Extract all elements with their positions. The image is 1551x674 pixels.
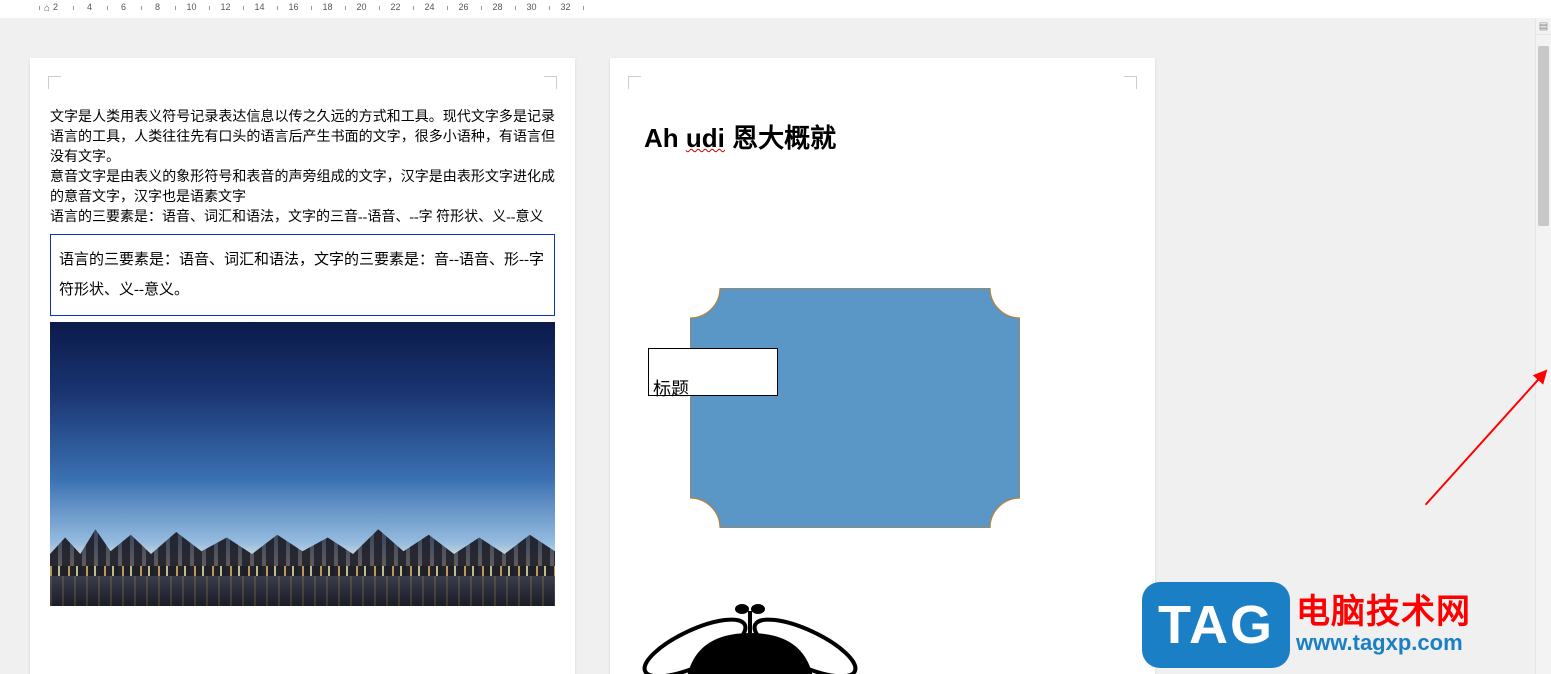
heading-text[interactable]: Ah udi 恩大概就 bbox=[644, 118, 1135, 155]
water-reflection bbox=[50, 576, 555, 606]
paragraph-text[interactable]: 文字是人类用表义符号记录表达信息以传之久远的方式和工具。现代文字多是记录语言的工… bbox=[50, 108, 555, 168]
margin-corner-icon bbox=[48, 76, 61, 89]
rounded-snip-shape[interactable] bbox=[690, 288, 1020, 528]
document-canvas[interactable]: 文字是人类用表义符号记录表达信息以传之久远的方式和工具。现代文字多是记录语言的工… bbox=[0, 18, 1536, 674]
title-textbox[interactable]: 标题 bbox=[648, 348, 778, 396]
vertical-scrollbar[interactable]: ▤ bbox=[1535, 18, 1551, 674]
heading-prefix: Ah bbox=[644, 123, 686, 153]
margin-corner-icon bbox=[544, 76, 557, 89]
page-1: 文字是人类用表义符号记录表达信息以传之久远的方式和工具。现代文字多是记录语言的工… bbox=[30, 58, 575, 674]
heading-underlined: udi bbox=[686, 123, 725, 153]
paragraph-text[interactable]: 语言的三要素是：语音、词汇和语法，文字的三音--语音、--字 符形状、义--意义 bbox=[50, 208, 555, 228]
scrollbar-thumb[interactable] bbox=[1538, 46, 1549, 226]
cartoon-bunny-image[interactable] bbox=[640, 603, 860, 674]
paragraph-text[interactable]: 意音文字是由表义的象形符号和表音的声旁组成的文字，汉字是由表形文字进化成的意音文… bbox=[50, 168, 555, 208]
page-2: Ah udi 恩大概就 标题 bbox=[610, 58, 1155, 674]
horizontal-ruler[interactable]: ⌂ 2468101214161820222426283032 bbox=[0, 0, 1551, 19]
margin-corner-icon bbox=[1124, 76, 1137, 89]
heading-suffix: 恩大概就 bbox=[725, 123, 836, 153]
text-box[interactable]: 语言的三要素是：语音、词汇和语法，文字的三要素是：音--语音、形--字符形状、义… bbox=[50, 234, 555, 316]
inserted-image[interactable] bbox=[50, 322, 555, 606]
scrollbar-options-icon[interactable]: ▤ bbox=[1536, 18, 1551, 35]
margin-corner-icon bbox=[628, 76, 641, 89]
